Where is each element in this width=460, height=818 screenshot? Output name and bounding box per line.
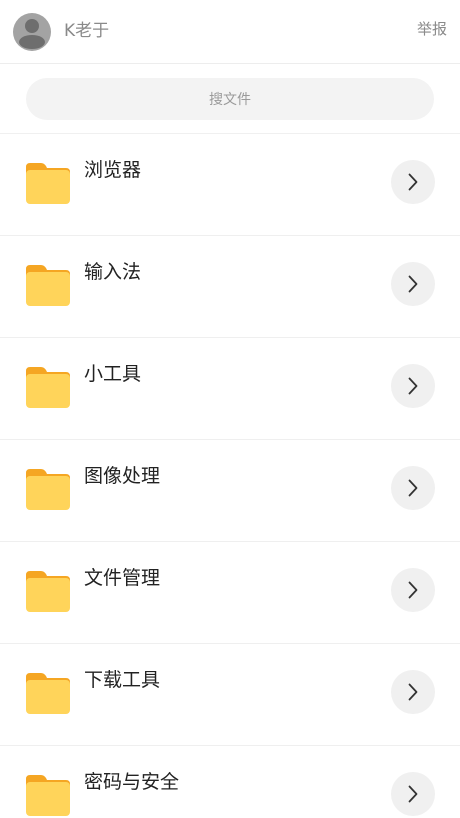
- open-folder-button[interactable]: [391, 262, 435, 306]
- chevron-right-icon: [408, 173, 418, 191]
- folder-list: 浏览器 输入法 小工具 图像处理 文件管理 下载工具 密码与安全: [0, 134, 460, 818]
- folder-icon: [26, 265, 70, 306]
- list-item[interactable]: 输入法: [0, 236, 460, 338]
- folder-icon: [26, 367, 70, 408]
- folder-label: 浏览器: [84, 159, 142, 181]
- folder-label: 密码与安全: [84, 771, 180, 793]
- user-avatar-icon[interactable]: [13, 13, 51, 51]
- file-share-page: K老于 举报 搜文件 浏览器 输入法 小工具 图像处理 文件管理 下载工具 密码…: [0, 0, 460, 818]
- header: K老于 举报: [0, 0, 460, 64]
- username[interactable]: K老于: [64, 20, 109, 42]
- folder-label: 文件管理: [84, 567, 161, 589]
- search-input[interactable]: 搜文件: [26, 78, 434, 120]
- report-button[interactable]: 举报: [417, 19, 447, 39]
- list-item[interactable]: 小工具: [0, 338, 460, 440]
- open-folder-button[interactable]: [391, 466, 435, 510]
- chevron-right-icon: [408, 479, 418, 497]
- open-folder-button[interactable]: [391, 670, 435, 714]
- open-folder-button[interactable]: [391, 160, 435, 204]
- folder-label: 小工具: [84, 363, 142, 385]
- folder-label: 输入法: [84, 261, 142, 283]
- list-item[interactable]: 下载工具: [0, 644, 460, 746]
- folder-icon: [26, 775, 70, 816]
- chevron-right-icon: [408, 275, 418, 293]
- folder-icon: [26, 163, 70, 204]
- search-bar: 搜文件: [0, 64, 460, 134]
- open-folder-button[interactable]: [391, 772, 435, 816]
- folder-icon: [26, 571, 70, 612]
- list-item[interactable]: 图像处理: [0, 440, 460, 542]
- chevron-right-icon: [408, 581, 418, 599]
- list-item[interactable]: 文件管理: [0, 542, 460, 644]
- list-item[interactable]: 密码与安全: [0, 746, 460, 818]
- open-folder-button[interactable]: [391, 568, 435, 612]
- folder-icon: [26, 673, 70, 714]
- folder-label: 下载工具: [84, 669, 161, 691]
- folder-icon: [26, 469, 70, 510]
- chevron-right-icon: [408, 785, 418, 803]
- list-item[interactable]: 浏览器: [0, 134, 460, 236]
- chevron-right-icon: [408, 683, 418, 701]
- folder-label: 图像处理: [84, 465, 161, 487]
- open-folder-button[interactable]: [391, 364, 435, 408]
- chevron-right-icon: [408, 377, 418, 395]
